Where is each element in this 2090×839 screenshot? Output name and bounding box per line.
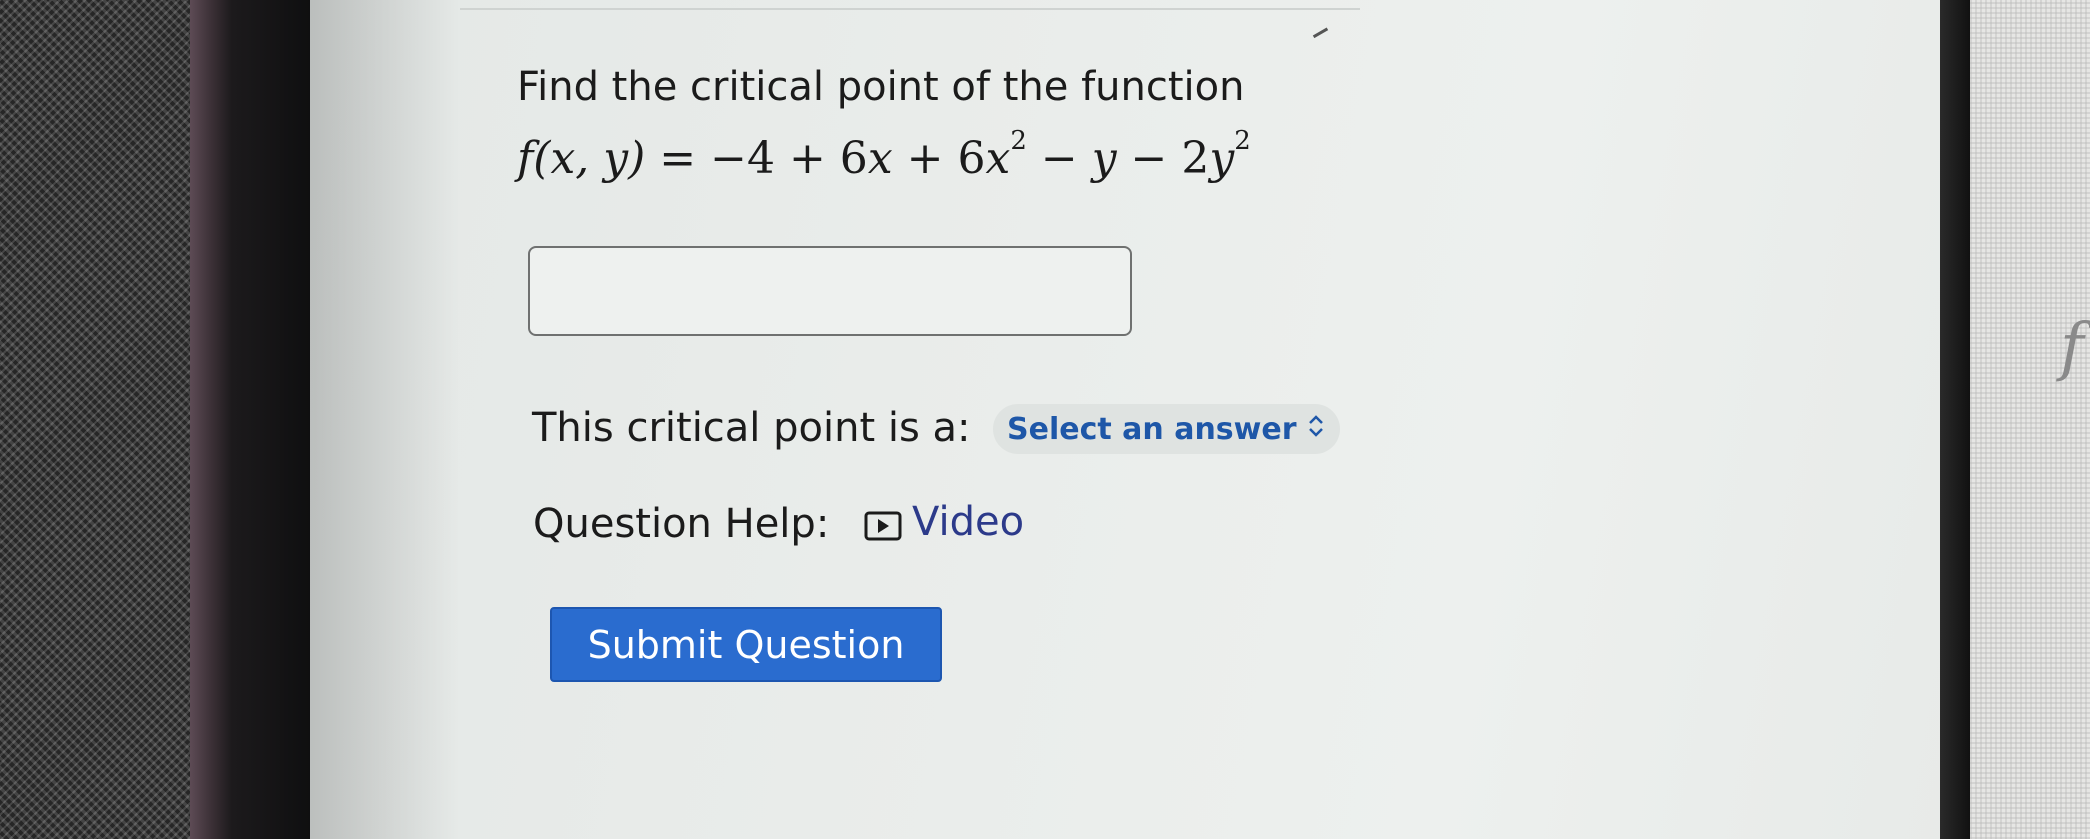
formula-y1: y <box>1091 133 1117 184</box>
right-bezel <box>1940 0 1970 839</box>
formula-lhs: f(x, y) <box>517 133 646 184</box>
question-help-label: Question Help: <box>533 501 830 547</box>
video-play-icon <box>864 506 902 541</box>
formula-part-2: + 6 <box>892 133 986 184</box>
video-link-label: Video <box>912 499 1025 545</box>
video-help-link[interactable]: Video <box>864 499 1024 545</box>
formula-x2: x <box>985 133 1011 184</box>
function-formula: f(x, y) = −4 + 6x + 6x2 − y − 2y2 <box>517 126 1251 184</box>
critical-point-type-label: This critical point is a: <box>532 405 971 451</box>
submit-question-button[interactable]: Submit Question <box>550 607 942 682</box>
device-frame <box>190 0 310 839</box>
formula-part-3: − <box>1026 133 1092 184</box>
up-down-chevron-icon <box>1307 413 1325 445</box>
divider <box>460 0 1360 10</box>
background-paper <box>1970 0 2090 839</box>
formula-y2: y <box>1209 133 1235 184</box>
formula-x1: x <box>867 133 893 184</box>
formula-exponent-2: 2 <box>1234 126 1251 156</box>
critical-point-type-select[interactable]: Select an answer <box>993 404 1340 454</box>
select-value: Select an answer <box>1007 411 1297 447</box>
paper-glyph: f <box>2060 310 2084 384</box>
background-fabric <box>0 0 215 839</box>
formula-part-1: = −4 + 6 <box>645 133 868 184</box>
formula-part-4: − 2 <box>1116 133 1210 184</box>
formula-exponent-1: 2 <box>1010 126 1027 156</box>
screen-shadow <box>310 0 460 839</box>
photo-scene: f Find the critical point of the functio… <box>0 0 2090 839</box>
critical-point-answer-input[interactable] <box>528 246 1132 336</box>
question-prompt: Find the critical point of the function <box>517 64 1245 110</box>
